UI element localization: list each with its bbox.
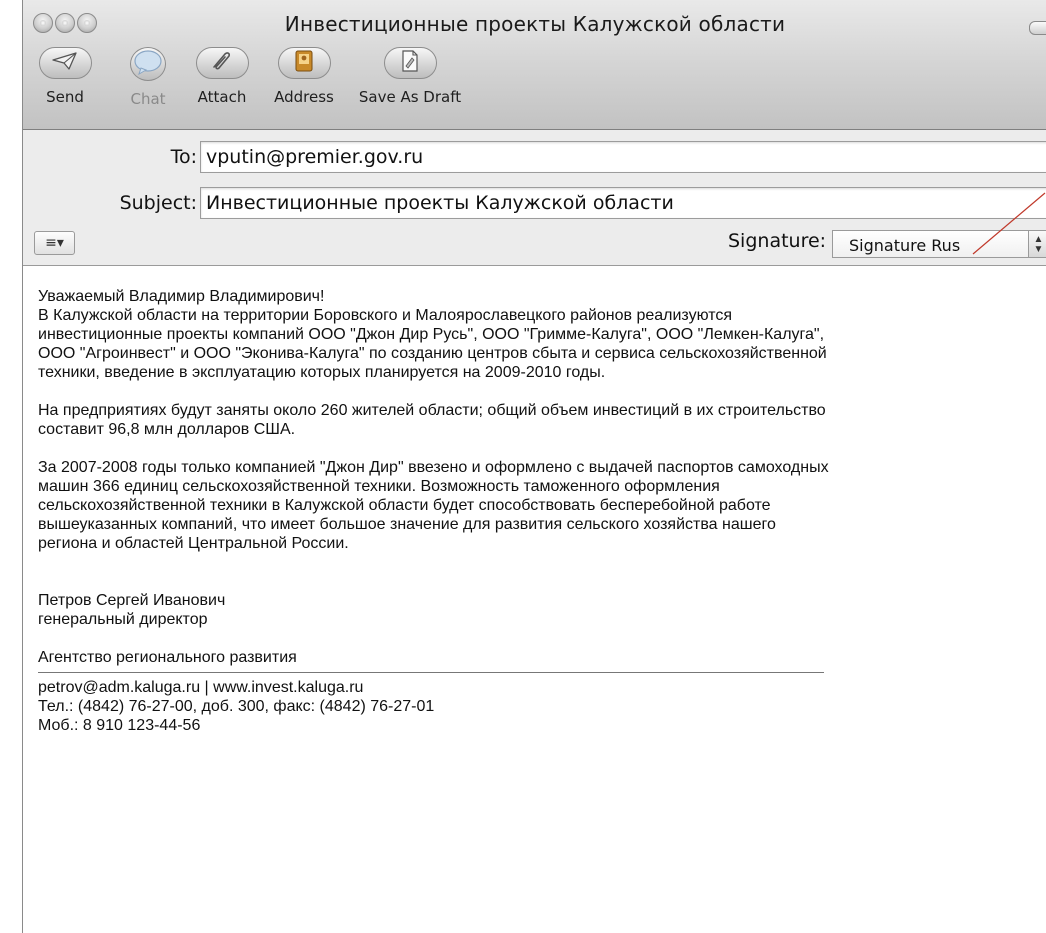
- message-header: To: vputin@premier.gov.ru Subject: Инвес…: [23, 130, 1046, 266]
- draft-document-icon: [400, 49, 420, 77]
- paragraph-line: машин 366 единиц сельскохозяйственной те…: [38, 478, 720, 495]
- paragraph-line: За 2007-2008 годы только компанией "Джон…: [38, 459, 829, 476]
- message-text: Уважаемый Владимир Владимирович! В Калуж…: [38, 287, 1038, 735]
- save-as-draft-button[interactable]: Save As Draft: [345, 47, 475, 106]
- chat-label: Chat: [130, 90, 166, 108]
- paperclip-icon: [210, 50, 234, 77]
- paragraph-line: На предприятиях будут заняты около 260 ж…: [38, 402, 826, 419]
- speech-bubble-icon: [133, 49, 163, 80]
- window-title: Инвестиционные проекты Калужской области: [284, 12, 786, 36]
- signature-label: Signature:: [728, 230, 827, 252]
- signature-contacts: petrov@adm.kaluga.ru | www.invest.kaluga…: [38, 679, 364, 696]
- greeting: Уважаемый Владимир Владимирович!: [38, 288, 325, 305]
- to-field[interactable]: vputin@premier.gov.ru: [200, 141, 1046, 173]
- address-button[interactable]: Address: [270, 47, 338, 106]
- signature-position: генеральный директор: [38, 611, 208, 628]
- subject-field[interactable]: Инвестиционные проекты Калужской области: [200, 187, 1046, 219]
- toolbar-toggle-button[interactable]: [1029, 21, 1046, 35]
- send-label: Send: [46, 88, 84, 106]
- paragraph-line: региона и областей Центральной России.: [38, 535, 349, 552]
- paragraph-line: сельскохозяйственной техники в Калужской…: [38, 497, 771, 514]
- signature-phone: Тел.: (4842) 76-27-00, доб. 300, факс: (…: [38, 698, 435, 715]
- send-button[interactable]: Send: [30, 47, 100, 106]
- window-toolbar: Инвестиционные проекты Калужской области…: [23, 0, 1046, 130]
- address-book-icon: [294, 50, 314, 77]
- signature-organization: Агентство регионального развития: [38, 649, 297, 666]
- address-label: Address: [274, 88, 334, 106]
- paper-plane-icon: [52, 51, 78, 76]
- paragraph-line: В Калужской области на территории Боровс…: [38, 307, 733, 324]
- save-as-draft-label: Save As Draft: [358, 88, 462, 106]
- paragraph-line: ООО "Агроинвест" и ООО "Эконива-Калуга" …: [38, 345, 827, 362]
- signature-mobile: Моб.: 8 910 123-44-56: [38, 717, 201, 734]
- attach-button[interactable]: Attach: [191, 47, 253, 106]
- signature-name: Петров Сергей Иванович: [38, 592, 226, 609]
- select-arrows-icon[interactable]: ▲ ▼: [1028, 230, 1046, 258]
- mail-compose-window: Инвестиционные проекты Калужской области…: [22, 0, 1046, 933]
- signature-divider: [38, 672, 824, 673]
- paragraph-line: инвестиционные проекты компаний ООО "Джо…: [38, 326, 825, 343]
- paragraph-line: составит 96,8 млн долларов США.: [38, 421, 296, 438]
- format-menu-button[interactable]: ≡▾: [34, 231, 75, 255]
- subject-label: Subject:: [119, 192, 197, 214]
- message-body[interactable]: Уважаемый Владимир Владимирович! В Калуж…: [23, 266, 1046, 933]
- signature-select[interactable]: Signature Rus: [832, 230, 1046, 258]
- paragraph-line: техники, введение в эксплуатацию которых…: [38, 364, 606, 381]
- to-label: To:: [170, 146, 197, 168]
- attach-label: Attach: [197, 88, 247, 106]
- chat-button[interactable]: Chat: [120, 47, 176, 108]
- paragraph-line: вышеуказанных компаний, что имеет большо…: [38, 516, 776, 533]
